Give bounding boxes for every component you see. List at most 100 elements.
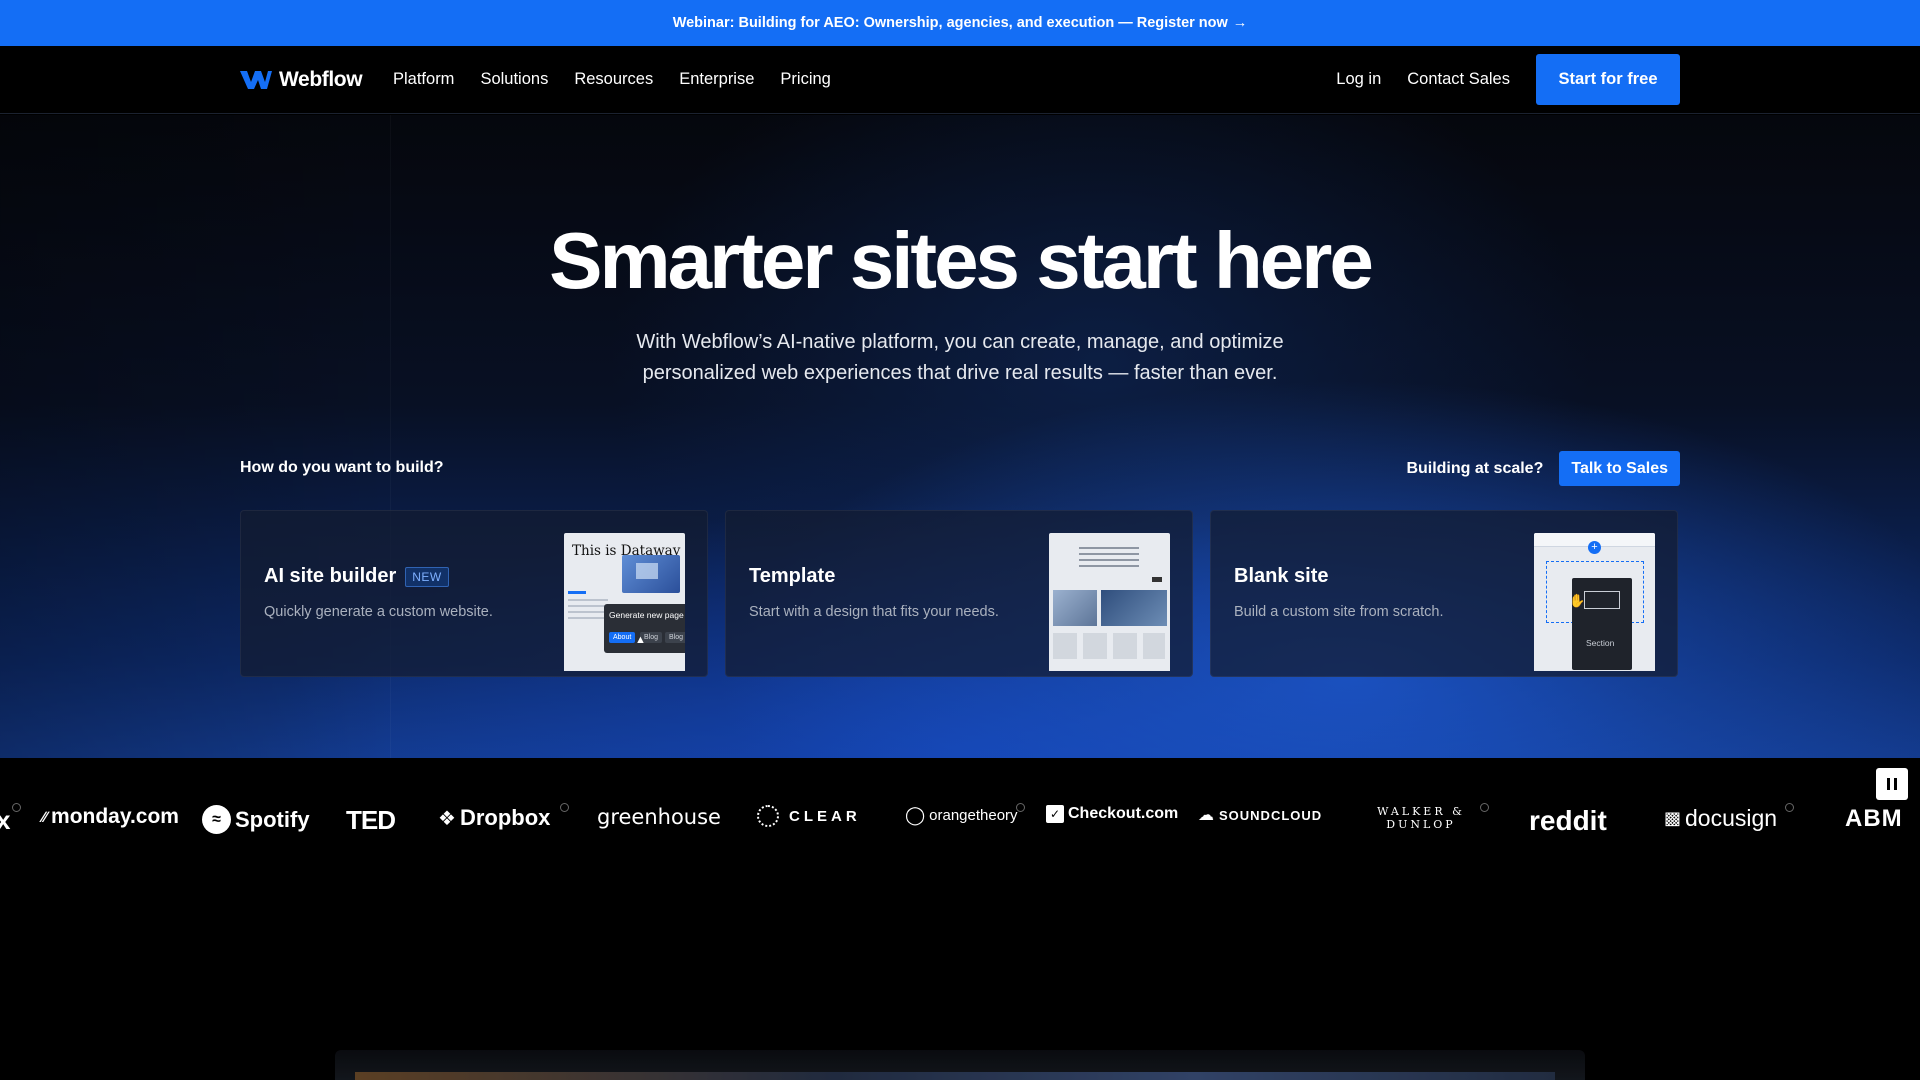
pause-icon-bar: [1887, 778, 1890, 790]
info-icon: [560, 803, 569, 812]
nav-links: Platform Solutions Resources Enterprise …: [393, 70, 831, 89]
hero-subtitle: With Webflow’s AI-native platform, you c…: [636, 331, 1284, 384]
nav-actions: Log in Contact Sales Start for free: [1336, 54, 1680, 105]
info-icon: [1016, 803, 1025, 812]
webflow-logo-icon: [240, 71, 272, 89]
partial-logo: x: [0, 805, 11, 835]
ai-builder-preview: This is Dataway Generate new page About …: [564, 533, 685, 671]
logo-orangetheory: ◯ orangetheory: [905, 805, 1018, 826]
card-title: Blank site: [1234, 565, 1328, 588]
logo-greenhouse: greenhouse: [597, 805, 721, 829]
orangetheory-icon: ◯: [905, 805, 926, 825]
preview-heading-lines: [1079, 547, 1139, 569]
banner-text[interactable]: Webinar: Building for AEO: Ownership, ag…: [673, 15, 1228, 31]
section-label: Section: [1586, 638, 1615, 648]
logo-dropbox-text: Dropbox: [459, 805, 551, 830]
card-title-text: AI site builder: [264, 565, 397, 587]
preview-text-lines: [568, 599, 608, 623]
start-for-free-button[interactable]: Start for free: [1536, 54, 1680, 105]
logo-monday-text: monday.com: [51, 805, 179, 828]
monday-mark-icon: ∕∕: [42, 808, 48, 826]
checkout-icon: ✓: [1046, 805, 1064, 823]
logo-monday: ∕∕ monday.com: [42, 805, 179, 829]
logo-clear-text: CLEAR: [789, 807, 861, 825]
logo-checkout-text: Checkout.com: [1068, 805, 1179, 822]
arrow-right-icon: →: [1232, 15, 1248, 31]
logo-ted-text: TED: [346, 805, 396, 835]
plus-icon: +: [1588, 541, 1601, 554]
product-preview-window: [335, 1050, 1585, 1080]
customer-logo-strip: x ∕∕ monday.com ≈ Spotify TED ❖ Dropbox …: [0, 758, 1920, 888]
logo-ted: TED: [346, 805, 396, 836]
logo-checkout: ✓ Checkout.com: [1046, 805, 1178, 823]
logo-orangetheory-text: orangetheory: [929, 807, 1018, 824]
logo-soundcloud-text: SOUNDCLOUD: [1219, 807, 1323, 823]
build-question: How do you want to build?: [240, 459, 444, 476]
logo-text: Webflow: [279, 68, 363, 91]
clear-icon: [757, 805, 779, 827]
scale-row: Building at scale? Talk to Sales: [1406, 451, 1680, 486]
chip-blog-post: Blog Post: [665, 632, 685, 643]
pause-icon-bar: [1894, 778, 1897, 790]
scale-question: Building at scale?: [1406, 459, 1544, 477]
logo-spotify-text: Spotify: [235, 806, 310, 832]
section-frame: [1584, 591, 1620, 609]
logo-docusign: ▩ docusign: [1664, 805, 1777, 832]
nav-link-pricing[interactable]: Pricing: [780, 70, 830, 89]
spotify-icon: ≈: [202, 805, 231, 834]
popup-title: Generate new page: [609, 610, 684, 620]
preview-content-strip: [355, 1072, 1555, 1080]
logo-clear: CLEAR: [757, 805, 861, 827]
ai-site-builder-card[interactable]: AI site builder NEW Quickly generate a c…: [240, 510, 708, 677]
contact-sales-link[interactable]: Contact Sales: [1407, 70, 1510, 89]
card-description: Build a custom site from scratch.: [1234, 604, 1444, 620]
announcement-banner[interactable]: Webinar: Building for AEO: Ownership, ag…: [0, 0, 1920, 46]
logo-soundcloud: ☁ SOUNDCLOUD: [1198, 805, 1322, 825]
nav-link-enterprise[interactable]: Enterprise: [679, 70, 754, 89]
card-title-text: Template: [749, 565, 836, 587]
build-options: AI site builder NEW Quickly generate a c…: [240, 510, 1678, 677]
preview-image-right: [1101, 590, 1167, 626]
hero-title: Smarter sites start here: [549, 216, 1374, 305]
dropbox-icon: ❖: [438, 807, 456, 830]
nav-link-resources[interactable]: Resources: [574, 70, 653, 89]
login-link[interactable]: Log in: [1336, 70, 1381, 89]
logo-greenhouse-text: greenhouse: [597, 805, 721, 829]
chip-about: About: [609, 632, 636, 643]
preview-button: [1152, 577, 1162, 582]
logo-dropbox: ❖ Dropbox: [438, 805, 550, 831]
talk-to-sales-button[interactable]: Talk to Sales: [1559, 451, 1680, 486]
logo-reddit: reddit: [1529, 805, 1607, 837]
new-badge: NEW: [405, 566, 449, 587]
top-navigation: Webflow Platform Solutions Resources Ent…: [0, 46, 1920, 114]
info-icon: [1480, 803, 1489, 812]
logo-abm: ABM: [1845, 805, 1903, 833]
preview-image-left: [1053, 590, 1097, 626]
blank-site-card[interactable]: Blank site Build a custom site from scra…: [1210, 510, 1678, 677]
preview-footer: [1053, 633, 1165, 659]
info-icon: [12, 803, 21, 812]
logo-docusign-text: docusign: [1685, 805, 1778, 831]
preview-image-detail: [636, 563, 658, 579]
blank-site-preview: + Section ✋: [1534, 533, 1655, 671]
template-preview: [1049, 533, 1170, 671]
hand-cursor-icon: ✋: [1569, 593, 1586, 608]
info-icon: [1785, 803, 1794, 812]
logo-walker-dunlop-text: WALKER & DUNLOP: [1377, 805, 1465, 831]
logo-spotify: ≈ Spotify: [202, 805, 310, 834]
logo-walker-dunlop: WALKER & DUNLOP: [1376, 805, 1466, 831]
logo-abm-text: ABM: [1845, 805, 1903, 832]
mouse-cursor-icon: ▲: [635, 634, 646, 646]
card-description: Start with a design that fits your needs…: [749, 604, 999, 620]
soundcloud-icon: ☁: [1198, 807, 1215, 824]
card-title: Template: [749, 565, 835, 588]
template-card[interactable]: Template Start with a design that fits y…: [725, 510, 1193, 677]
card-title-text: Blank site: [1234, 565, 1329, 587]
pause-button[interactable]: [1876, 768, 1908, 800]
nav-link-platform[interactable]: Platform: [393, 70, 454, 89]
webflow-logo[interactable]: Webflow: [240, 68, 363, 92]
hero-section: Smarter sites start here With Webflow’s …: [0, 115, 1920, 758]
logo-reddit-text: reddit: [1529, 805, 1607, 836]
card-title: AI site builder NEW: [264, 565, 449, 588]
nav-link-solutions[interactable]: Solutions: [480, 70, 548, 89]
